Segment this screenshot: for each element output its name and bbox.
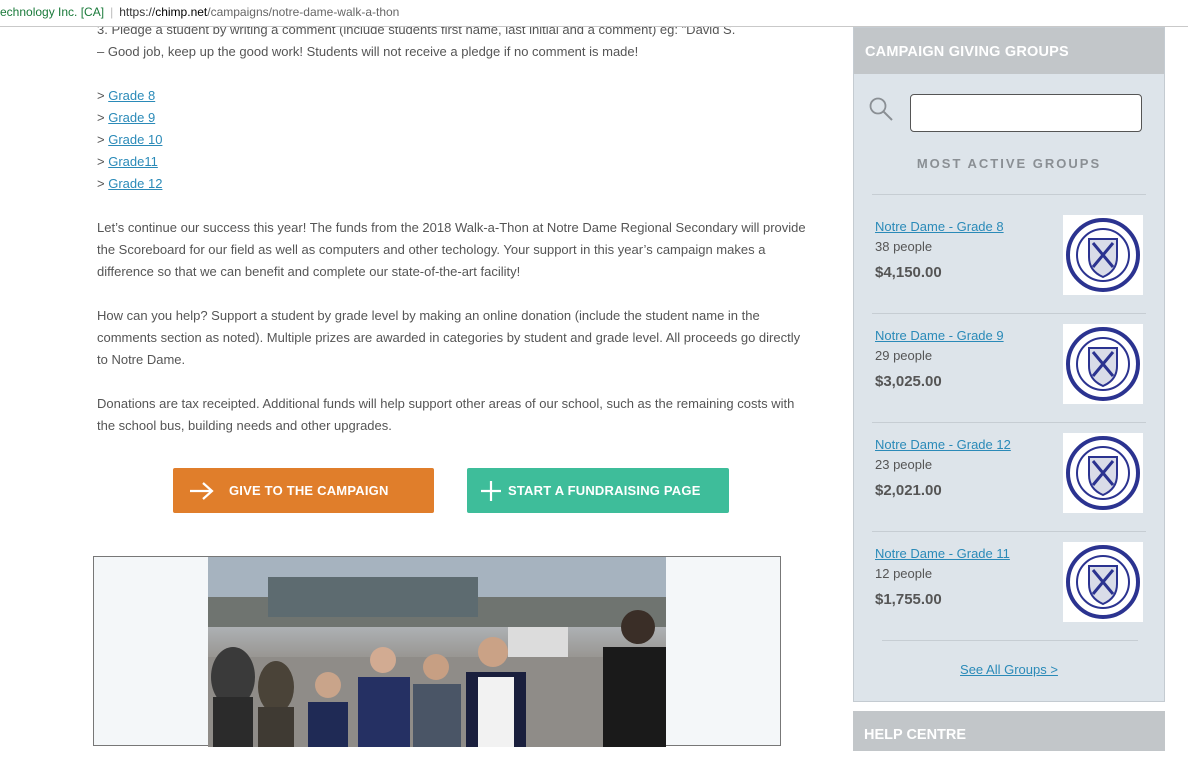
divider	[882, 640, 1138, 641]
grade-link-item: > Grade 9	[97, 110, 156, 125]
group-link-grade-9[interactable]: Notre Dame - Grade 9	[875, 328, 1004, 343]
group-item: Notre Dame - Grade 11 12 people $1,755.0…	[875, 542, 1155, 635]
grade-9-link[interactable]: Grade 9	[108, 110, 155, 125]
paragraph-how-to-help: How can you help? Support a student by g…	[97, 308, 801, 367]
search-icon	[869, 97, 893, 121]
divider	[872, 194, 1146, 195]
sidebar-title: CAMPAIGN GIVING GROUPS	[854, 28, 1164, 74]
divider	[872, 531, 1146, 532]
grade-link-item: > Grade11	[97, 154, 158, 169]
url-path: /campaigns/notre-dame-walk-a-thon	[207, 5, 400, 19]
grade-8-link[interactable]: Grade 8	[108, 88, 155, 103]
start-button-label: START A FUNDRAISING PAGE	[508, 483, 701, 498]
paragraph-success: Let’s continue our success this year! Th…	[97, 220, 806, 279]
arrow-right-icon	[190, 481, 214, 500]
divider	[872, 313, 1146, 314]
grade-12-link[interactable]: Grade 12	[108, 176, 162, 191]
see-all-groups: See All Groups >	[854, 662, 1164, 677]
give-button-label: GIVE TO THE CAMPAIGN	[229, 483, 389, 498]
grade-link-item: > Grade 12	[97, 176, 163, 191]
help-centre-heading: HELP CENTRE	[853, 711, 1165, 751]
grade-link-item: > Grade 10	[97, 132, 163, 147]
description-line: – Good job, keep up the good work! Stude…	[97, 44, 639, 59]
group-item: Notre Dame - Grade 8 38 people $4,150.00	[875, 215, 1155, 308]
campaign-photo	[208, 557, 666, 747]
plus-icon	[481, 480, 501, 501]
grade-link-item: > Grade 8	[97, 88, 156, 103]
see-all-groups-link[interactable]: See All Groups >	[960, 662, 1058, 677]
school-crest-icon	[1063, 324, 1143, 404]
campaign-description: 3. Pledge a student by writing a comment…	[97, 27, 812, 459]
clipped-text-line: 3. Pledge a student by writing a comment…	[97, 27, 736, 37]
group-link-grade-8[interactable]: Notre Dame - Grade 8	[875, 219, 1004, 234]
url-protocol: https://	[119, 5, 156, 19]
group-item: Notre Dame - Grade 12 23 people $2,021.0…	[875, 433, 1155, 526]
divider	[872, 422, 1146, 423]
url-host: chimp.net	[155, 5, 208, 19]
campaign-photo-frame	[93, 556, 781, 747]
grade-11-link[interactable]: Grade11	[108, 154, 158, 169]
group-link-grade-12[interactable]: Notre Dame - Grade 12	[875, 437, 1011, 452]
grade-links: > Grade 8 > Grade 9 > Grade 10 > Grade11…	[97, 85, 812, 195]
giving-groups-sidebar: CAMPAIGN GIVING GROUPS MOST ACTIVE GROUP…	[853, 27, 1165, 702]
grade-10-link[interactable]: Grade 10	[108, 132, 162, 147]
group-search-input[interactable]	[910, 94, 1142, 132]
give-to-campaign-button[interactable]: GIVE TO THE CAMPAIGN	[173, 468, 434, 513]
school-crest-icon	[1063, 215, 1143, 295]
url-separator: |	[110, 5, 114, 19]
photo-scene	[208, 557, 666, 747]
school-crest-icon	[1063, 542, 1143, 622]
group-link-grade-11[interactable]: Notre Dame - Grade 11	[875, 546, 1010, 561]
school-crest-icon	[1063, 433, 1143, 513]
start-fundraising-button[interactable]: START A FUNDRAISING PAGE	[467, 468, 729, 513]
address-bar[interactable]: echnology Inc. [CA] | https://chimp.net/ca…	[0, 0, 1188, 27]
security-indicator[interactable]: echnology Inc. [CA]	[0, 5, 104, 19]
group-item: Notre Dame - Grade 9 29 people $3,025.00	[875, 324, 1155, 417]
most-active-groups-heading: MOST ACTIVE GROUPS	[916, 156, 1102, 171]
paragraph-tax-receipt: Donations are tax receipted. Additional …	[97, 396, 795, 433]
